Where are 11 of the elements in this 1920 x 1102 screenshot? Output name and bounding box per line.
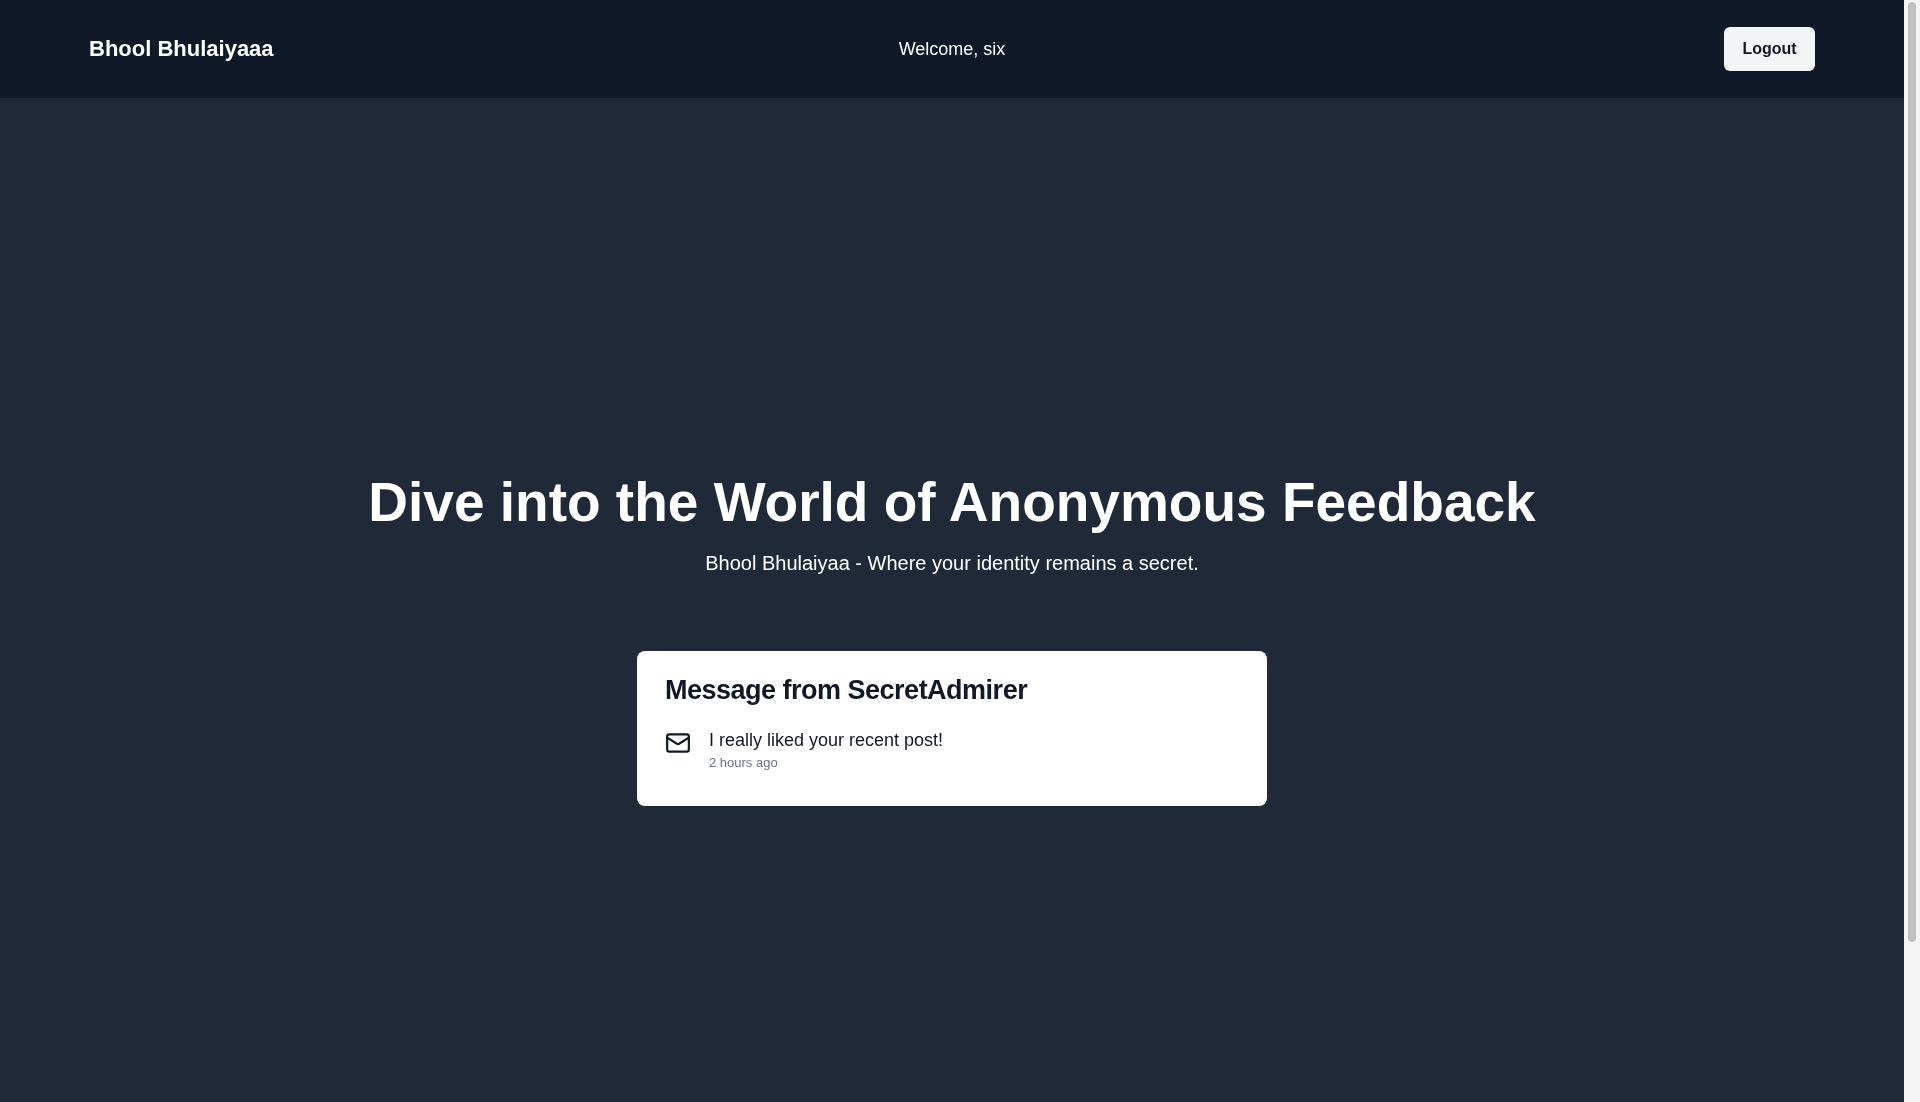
scrollbar[interactable] <box>1904 0 1920 1102</box>
logout-button[interactable]: Logout <box>1724 27 1815 71</box>
message-time: 2 hours ago <box>709 755 779 770</box>
mail-icon <box>665 730 691 756</box>
brand-name: Bhool Bhulaiyaaa <box>89 36 274 62</box>
message-title: Message from SecretAdmirer <box>665 675 1029 706</box>
hero-title: Dive into the World of Anonymous Feedback <box>368 470 1536 534</box>
welcome-text: Welcome, six <box>898 38 1006 60</box>
message-text: I really liked your recent post! <box>709 730 944 751</box>
scrollbar-thumb[interactable] <box>1908 2 1916 942</box>
hero-subtitle: Bhool Bhulaiyaa - Where your identity remains a secret. <box>705 552 1199 575</box>
